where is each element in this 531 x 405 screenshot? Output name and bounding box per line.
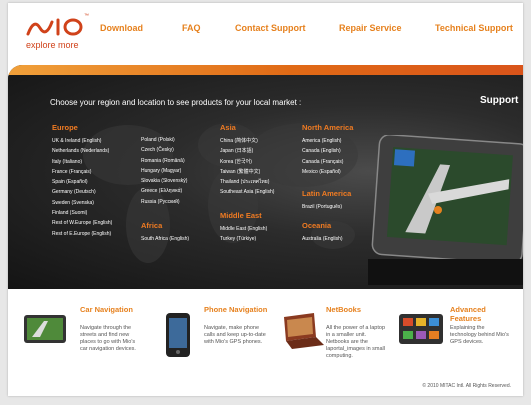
locale-link[interactable]: Japan (日本語) bbox=[220, 146, 274, 156]
locale-link[interactable]: China (简体中文) bbox=[220, 136, 274, 146]
region-middle-east-title: Middle East bbox=[220, 211, 262, 220]
locale-link[interactable]: UK & Ireland (English) bbox=[52, 136, 112, 146]
feature-description: Navigate, make phone calls and keep up-t… bbox=[204, 325, 266, 345]
region-latin-america-title: Latin America bbox=[302, 189, 352, 198]
nav-download-link[interactable]: Download bbox=[100, 23, 143, 33]
locale-link[interactable]: Netherlands (Nederlands) bbox=[52, 146, 112, 156]
locale-link[interactable]: Turkey (Türkiye) bbox=[220, 234, 267, 244]
locale-link[interactable]: Australia (English) bbox=[302, 234, 343, 244]
copyright-notice: © 2010 MITAC Intl. All Rights Reserved. bbox=[422, 383, 511, 389]
page: ™ explore more Download FAQ Contact Supp… bbox=[8, 3, 523, 396]
feature-car-navigation[interactable]: Car Navigation Navigate through the stre… bbox=[22, 303, 142, 373]
locale-link[interactable]: France (Français) bbox=[52, 167, 112, 177]
locale-link[interactable]: South Africa (English) bbox=[141, 234, 189, 244]
region-oceania-title: Oceania bbox=[302, 221, 332, 230]
feature-grid-icon bbox=[399, 314, 443, 344]
region-north-america-title: North America bbox=[302, 123, 354, 132]
locale-link[interactable]: Greece (Ελληνικά) bbox=[141, 186, 187, 196]
world-map-graphic bbox=[83, 123, 358, 263]
feature-title[interactable]: Phone Navigation bbox=[204, 305, 267, 314]
locale-link[interactable]: Mexico (Español) bbox=[302, 167, 353, 177]
locale-link[interactable]: Romania (Română) bbox=[141, 156, 187, 166]
feature-description: Navigate through the streets and find ne… bbox=[80, 325, 136, 352]
region-asia-title: Asia bbox=[220, 123, 236, 132]
region-banner: Support Choose your region and location … bbox=[8, 65, 523, 289]
locale-link[interactable]: Slovakia (Slovenský) bbox=[141, 176, 187, 186]
gps-phone-icon bbox=[166, 313, 190, 357]
locale-link[interactable]: Hungary (Magyar) bbox=[141, 166, 187, 176]
car-gps-icon bbox=[24, 315, 66, 343]
support-title: Support bbox=[480, 95, 519, 106]
region-africa-title: Africa bbox=[141, 221, 163, 230]
locale-link[interactable]: Southeast Asia (English) bbox=[220, 187, 274, 197]
feature-description: All the power of a laptop in a smaller u… bbox=[326, 325, 386, 359]
feature-netbooks[interactable]: NetBooks All the power of a laptop in a … bbox=[280, 303, 400, 373]
region-middle-east: Middle East Middle East (English) Turkey… bbox=[220, 211, 267, 245]
locale-link[interactable]: Sweden (Svenska) bbox=[52, 198, 112, 208]
locale-link[interactable]: Korea (한국어) bbox=[220, 157, 274, 167]
locale-link[interactable]: Taiwan (繁體中文) bbox=[220, 167, 274, 177]
locale-link[interactable]: America (English) bbox=[302, 136, 353, 146]
locale-link[interactable]: Italy (Italiano) bbox=[52, 157, 112, 167]
locale-link[interactable]: Rest of E.Europe (English) bbox=[52, 229, 112, 239]
feature-advanced-features[interactable]: Advanced Features Explaining the technol… bbox=[398, 303, 518, 373]
trademark-mark: ™ bbox=[84, 13, 89, 19]
logo-swoosh-icon bbox=[26, 18, 83, 36]
header: ™ explore more Download FAQ Contact Supp… bbox=[8, 3, 523, 55]
netbook-icon bbox=[284, 313, 324, 349]
feature-phone-navigation[interactable]: Phone Navigation Navigate, make phone ca… bbox=[156, 303, 276, 373]
nav-faq-link[interactable]: FAQ bbox=[182, 23, 201, 33]
region-europe: Europe UK & Ireland (English) Netherland… bbox=[52, 123, 112, 239]
region-africa: Africa South Africa (English) bbox=[141, 221, 189, 244]
locale-link[interactable]: Spain (Español) bbox=[52, 177, 112, 187]
locale-link[interactable]: Czech (Česky) bbox=[141, 145, 187, 155]
region-oceania: Oceania Australia (English) bbox=[302, 221, 343, 244]
region-europe-col2: Poland (Polski) Czech (Česky) Romania (R… bbox=[141, 135, 187, 207]
locale-link[interactable]: Finland (Suomi) bbox=[52, 208, 112, 218]
locale-link[interactable]: Poland (Polski) bbox=[141, 135, 187, 145]
nav-contact-support-link[interactable]: Contact Support bbox=[235, 23, 306, 33]
gps-device-image bbox=[368, 135, 523, 285]
mio-logo[interactable]: ™ explore more bbox=[26, 11, 90, 51]
locale-link[interactable]: Brazil (Português) bbox=[302, 202, 351, 212]
locale-link[interactable]: Canada (English) bbox=[302, 146, 353, 156]
banner-accent-strip bbox=[8, 65, 523, 75]
feature-title[interactable]: Car Navigation bbox=[80, 305, 133, 314]
logo-tagline: explore more bbox=[26, 40, 79, 50]
locale-link[interactable]: Thailand (ประเทศไทย) bbox=[220, 177, 274, 187]
locale-link[interactable]: Canada (Français) bbox=[302, 157, 353, 167]
region-north-america: North America America (English) Canada (… bbox=[302, 123, 353, 177]
market-selection-prompt: Choose your region and location to see p… bbox=[50, 98, 302, 107]
feature-description: Explaining the technology behind Mio's G… bbox=[450, 325, 509, 345]
region-europe-title: Europe bbox=[52, 123, 78, 132]
locale-link[interactable]: Rest of W.Europe (English) bbox=[52, 218, 112, 228]
region-latin-america: Latin America Brazil (Português) bbox=[302, 189, 351, 212]
nav-technical-support-link[interactable]: Technical Support bbox=[435, 23, 513, 33]
feature-title[interactable]: Advanced Features bbox=[450, 305, 502, 323]
locale-link[interactable]: Middle East (English) bbox=[220, 224, 267, 234]
feature-title[interactable]: NetBooks bbox=[326, 305, 361, 314]
region-asia: Asia China (简体中文) Japan (日本語) Korea (한국어… bbox=[220, 123, 274, 198]
locale-link[interactable]: Germany (Deutsch) bbox=[52, 187, 112, 197]
nav-repair-service-link[interactable]: Repair Service bbox=[339, 23, 402, 33]
locale-link[interactable]: Russia (Русский) bbox=[141, 197, 187, 207]
